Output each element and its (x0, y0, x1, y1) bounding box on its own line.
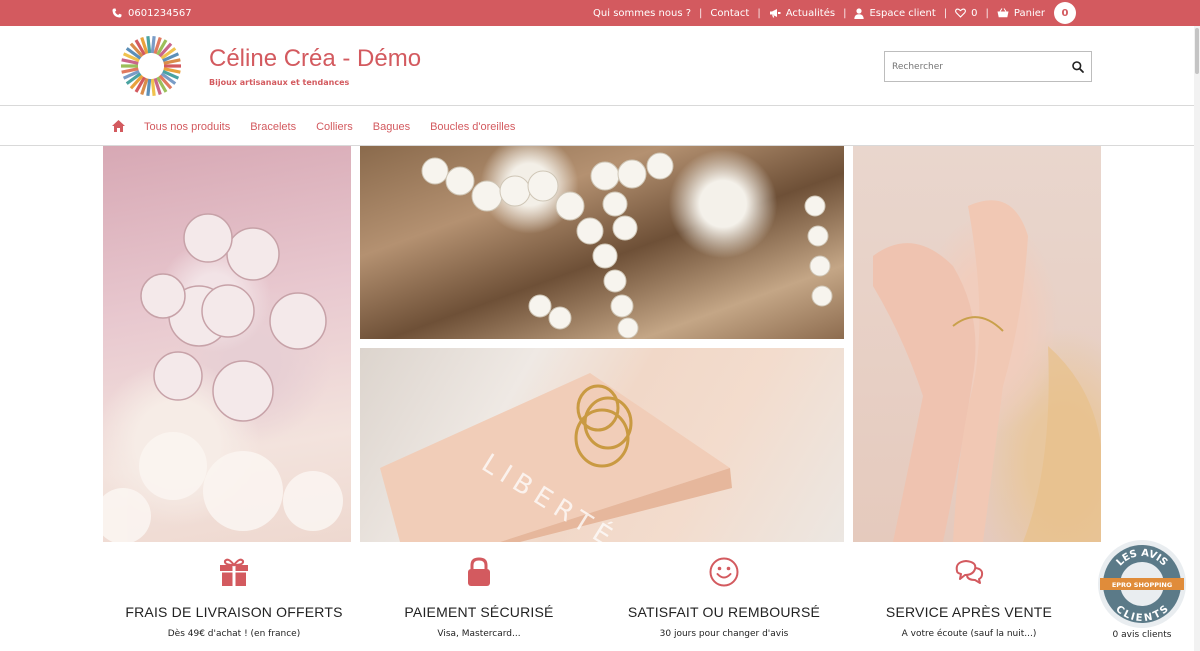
logo-ray (150, 35, 156, 54)
nav-item-earrings[interactable]: Boucles d'oreilles (430, 121, 515, 133)
logo-ray (146, 35, 152, 54)
feature-subtitle: Dès 49€ d'achat ! (en france) (167, 629, 301, 639)
reviews-count[interactable]: 0 avis clients (1100, 630, 1184, 640)
smile-icon (709, 557, 739, 587)
gift-icon (220, 558, 248, 586)
main-nav: Tous nos produits Bracelets Colliers Bag… (0, 107, 1200, 146)
about-link[interactable]: Qui sommes nous ? (585, 8, 699, 19)
nav-item-bracelets[interactable]: Bracelets (250, 121, 296, 133)
feature-free-shipping: FRAIS DE LIVRAISON OFFERTS Dès 49€ d'ach… (111, 556, 357, 639)
separator: | (843, 7, 847, 19)
hands-bracelet-photo[interactable] (853, 146, 1101, 542)
scrollbar-track[interactable] (1194, 26, 1200, 651)
feature-subtitle: 30 jours pour changer d'avis (659, 629, 789, 639)
feature-after-sales: SERVICE APRÈS VENTE A votre écoute (sauf… (846, 556, 1092, 639)
account-link[interactable]: Espace client (846, 8, 943, 19)
heart-icon (955, 8, 967, 18)
top-bar: 0601234567 Qui sommes nous ? | Contact |… (0, 0, 1200, 26)
rings-on-box-photo[interactable]: LIBERTÉ (360, 348, 844, 542)
megaphone-icon (769, 9, 781, 18)
basket-icon (997, 8, 1009, 18)
feature-title: SATISFAIT OU REMBOURSÉ (627, 604, 821, 620)
contact-link[interactable]: Contact (702, 8, 757, 19)
phone-number: 0601234567 (128, 7, 192, 19)
logo-ray (150, 78, 156, 97)
site-header: Céline Créa - Démo Bijoux artisanaux et … (0, 26, 1200, 106)
search-icon[interactable] (1071, 60, 1085, 74)
phone-icon (112, 8, 122, 18)
brand-title[interactable]: Céline Créa - Démo (209, 45, 421, 73)
scrollbar-thumb[interactable] (1195, 28, 1199, 74)
ring-photo[interactable] (103, 146, 351, 542)
wishlist-link[interactable]: 0 (947, 8, 985, 19)
cart-count-badge: 0 (1054, 2, 1076, 24)
home-icon[interactable] (111, 119, 126, 133)
reviews-badge-band: EPRO SHOPPING (1112, 581, 1172, 589)
chat-icon (955, 560, 984, 584)
nav-item-all-products[interactable]: Tous nos produits (144, 121, 230, 133)
wishlist-count: 0 (971, 7, 978, 19)
lock-icon (468, 557, 490, 586)
brand-logo[interactable] (120, 35, 182, 97)
feature-title: FRAIS DE LIVRAISON OFFERTS (125, 604, 343, 620)
feature-title: SERVICE APRÈS VENTE (885, 604, 1053, 620)
nav-item-necklaces[interactable]: Colliers (316, 121, 353, 133)
account-label: Espace client (869, 7, 936, 19)
separator: | (699, 7, 703, 19)
phone-contact[interactable]: 0601234567 (112, 0, 192, 26)
top-links: Qui sommes nous ? | Contact | Actualités… (585, 0, 1084, 26)
separator: | (943, 7, 948, 19)
news-link[interactable]: Actualités (761, 8, 843, 19)
search-input[interactable] (885, 52, 1065, 81)
user-icon (854, 7, 865, 19)
separator: | (985, 7, 989, 19)
feature-satisfaction: SATISFAIT OU REMBOURSÉ 30 jours pour cha… (601, 556, 847, 639)
cart-label: Panier (1013, 7, 1045, 19)
feature-title: PAIEMENT SÉCURISÉ (404, 604, 554, 620)
logo-ray (146, 78, 152, 97)
brand-subtitle: Bijoux artisanaux et tendances (209, 78, 350, 87)
search-box (884, 51, 1092, 82)
feature-secure-payment: PAIEMENT SÉCURISÉ Visa, Mastercard... (356, 556, 602, 639)
separator: | (757, 7, 761, 19)
news-label: Actualités (785, 7, 836, 19)
nav-item-rings[interactable]: Bagues (373, 121, 410, 133)
feature-subtitle: Visa, Mastercard... (437, 629, 521, 639)
cart-link[interactable]: Panier 0 (989, 2, 1084, 24)
feature-subtitle: A votre écoute (sauf la nuit...) (901, 629, 1037, 639)
reviews-badge[interactable]: LES AVIS CLIENTS EPRO SHOPPING (1097, 539, 1187, 629)
pearl-necklace-photo[interactable] (360, 146, 844, 339)
